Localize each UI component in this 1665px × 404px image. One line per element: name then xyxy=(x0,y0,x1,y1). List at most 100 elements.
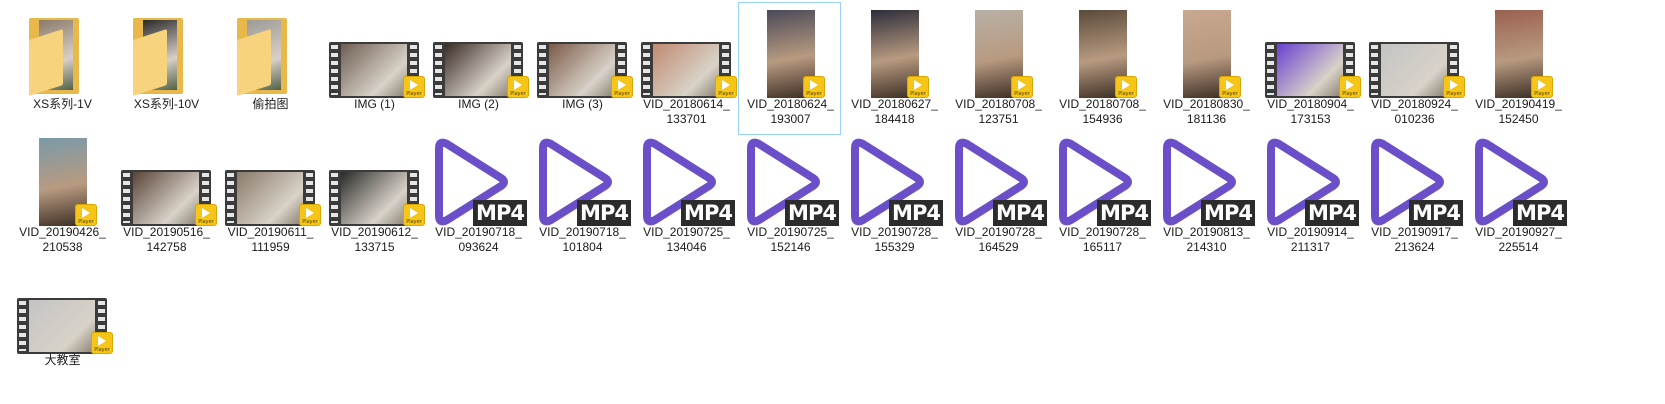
file-name-label: VID_20180830_ 181136 xyxy=(1163,97,1250,126)
file-name-label: VID_20190419_ 152450 xyxy=(1475,97,1562,126)
video-thumbnail-icon: Player xyxy=(845,6,942,101)
file-name-label: VID_20180904_ 173153 xyxy=(1267,97,1354,126)
file-item[interactable]: Player VID_20190516_ 142758 xyxy=(114,130,217,263)
player-badge-icon: Player xyxy=(907,76,929,98)
file-item[interactable]: Player IMG (3) xyxy=(530,2,633,135)
video-thumbnail-icon: Player xyxy=(117,134,217,229)
video-thumbnail-icon: Player xyxy=(949,6,1046,101)
file-name-label: VID_20180708_ 154936 xyxy=(1059,97,1146,126)
player-badge-icon: Player xyxy=(1219,76,1241,98)
file-item[interactable]: Player IMG (2) xyxy=(426,2,529,135)
player-badge-icon: Player xyxy=(803,76,825,98)
file-name-label: XS系列-1V xyxy=(33,97,92,111)
file-name-label: VID_20190611_ 111959 xyxy=(227,225,314,254)
file-name-label: VID_20190914_ 211317 xyxy=(1267,225,1354,254)
video-thumbnail-icon: Player xyxy=(325,6,425,101)
file-item[interactable]: XS系列-10V xyxy=(114,2,217,135)
file-item[interactable]: Player VID_20180830_ 181136 xyxy=(1154,2,1257,135)
player-badge-icon: Player xyxy=(1443,76,1465,98)
player-badge-icon: Player xyxy=(1115,76,1137,98)
file-item[interactable]: Player VID_20180708_ 154936 xyxy=(1050,2,1153,135)
video-thumbnail-icon: Player xyxy=(221,134,321,229)
folder-icon xyxy=(13,6,110,101)
file-item[interactable]: MP4 VID_20190718_ 093624 xyxy=(426,130,529,263)
file-name-label: VID_20190728_ 155329 xyxy=(851,225,938,254)
video-thumbnail-icon: Player xyxy=(741,6,838,101)
file-name-label: VID_20190718_ 093624 xyxy=(435,225,522,254)
mp4-play-icon: MP4 xyxy=(1261,134,1359,229)
file-item[interactable]: Player VID_20180627_ 184418 xyxy=(842,2,945,135)
mp4-play-icon: MP4 xyxy=(533,134,631,229)
mp4-label: MP4 xyxy=(473,200,527,226)
mp4-play-icon: MP4 xyxy=(1365,134,1463,229)
file-item[interactable]: Player VID_20190419_ 152450 xyxy=(1466,2,1569,135)
video-thumbnail-icon: Player xyxy=(1365,6,1465,101)
mp4-label: MP4 xyxy=(1305,200,1359,226)
file-item[interactable]: MP4 VID_20190927_ 225514 xyxy=(1466,130,1569,263)
file-item[interactable]: Player VID_20190611_ 111959 xyxy=(218,130,321,263)
file-name-label: 大教室 xyxy=(44,353,81,367)
file-item[interactable]: Player VID_20180708_ 123751 xyxy=(946,2,1049,135)
mp4-label: MP4 xyxy=(993,200,1047,226)
file-name-label: 偷拍图 xyxy=(252,97,289,111)
file-name-label: VID_20190728_ 165117 xyxy=(1059,225,1146,254)
file-name-label: VID_20190917_ 213624 xyxy=(1371,225,1458,254)
file-item[interactable]: MP4 VID_20190728_ 155329 xyxy=(842,130,945,263)
mp4-label: MP4 xyxy=(785,200,839,226)
video-thumbnail-icon: Player xyxy=(637,6,737,101)
file-item[interactable]: Player VID_20180924_ 010236 xyxy=(1362,2,1465,135)
file-item[interactable]: MP4 VID_20190725_ 152146 xyxy=(738,130,841,263)
video-thumbnail-icon: Player xyxy=(1157,6,1254,101)
mp4-play-icon: MP4 xyxy=(1469,134,1567,229)
file-name-label: VID_20180924_ 010236 xyxy=(1371,97,1458,126)
file-item[interactable]: Player VID_20190612_ 133715 xyxy=(322,130,425,263)
file-item[interactable]: Player VID_20190426_ 210538 xyxy=(10,130,113,263)
file-name-label: IMG (1) xyxy=(354,97,395,111)
folder-icon xyxy=(117,6,214,101)
video-thumbnail-icon: Player xyxy=(1469,6,1566,101)
file-name-label: VID_20190612_ 133715 xyxy=(331,225,418,254)
mp4-label: MP4 xyxy=(889,200,943,226)
file-name-label: VID_20190728_ 164529 xyxy=(955,225,1042,254)
player-badge-icon: Player xyxy=(195,204,217,226)
mp4-play-icon: MP4 xyxy=(1053,134,1151,229)
file-item[interactable]: MP4 VID_20190914_ 211317 xyxy=(1258,130,1361,263)
file-name-label: VID_20190927_ 225514 xyxy=(1475,225,1562,254)
mp4-play-icon: MP4 xyxy=(637,134,735,229)
mp4-play-icon: MP4 xyxy=(845,134,943,229)
file-name-label: VID_20190725_ 152146 xyxy=(747,225,834,254)
player-badge-icon: Player xyxy=(403,76,425,98)
file-item[interactable]: MP4 VID_20190718_ 101804 xyxy=(530,130,633,263)
file-item[interactable]: MP4 VID_20190725_ 134046 xyxy=(634,130,737,263)
player-badge-icon: Player xyxy=(611,76,633,98)
file-name-label: VID_20190725_ 134046 xyxy=(643,225,730,254)
file-item[interactable]: XS系列-1V xyxy=(10,2,113,135)
file-item[interactable]: MP4 VID_20190728_ 164529 xyxy=(946,130,1049,263)
file-item[interactable]: MP4 VID_20190917_ 213624 xyxy=(1362,130,1465,263)
mp4-label: MP4 xyxy=(1097,200,1151,226)
player-badge-icon: Player xyxy=(1531,76,1553,98)
file-item[interactable]: Player VID_20180624_ 193007 xyxy=(738,2,841,135)
player-badge-icon: Player xyxy=(299,204,321,226)
mp4-play-icon: MP4 xyxy=(1157,134,1255,229)
file-item[interactable]: MP4 VID_20190813_ 214310 xyxy=(1154,130,1257,263)
file-item[interactable]: Player 大教室 xyxy=(10,258,113,391)
file-name-label: VID_20180614_ 133701 xyxy=(643,97,730,126)
file-name-label: VID_20180624_ 193007 xyxy=(747,97,834,126)
file-item[interactable]: Player IMG (1) xyxy=(322,2,425,135)
file-item[interactable]: Player VID_20180904_ 173153 xyxy=(1258,2,1361,135)
file-name-label: VID_20180708_ 123751 xyxy=(955,97,1042,126)
mp4-label: MP4 xyxy=(577,200,631,226)
file-item[interactable]: MP4 VID_20190728_ 165117 xyxy=(1050,130,1153,263)
file-name-label: IMG (3) xyxy=(562,97,603,111)
file-item[interactable]: 偷拍图 xyxy=(218,2,321,135)
file-item[interactable]: Player VID_20180614_ 133701 xyxy=(634,2,737,135)
mp4-play-icon: MP4 xyxy=(741,134,839,229)
video-thumbnail-icon: Player xyxy=(325,134,425,229)
player-badge-icon: Player xyxy=(715,76,737,98)
file-name-label: VID_20180627_ 184418 xyxy=(851,97,938,126)
mp4-label: MP4 xyxy=(1201,200,1255,226)
mp4-label: MP4 xyxy=(1409,200,1463,226)
player-badge-icon: Player xyxy=(1011,76,1033,98)
video-thumbnail-icon: Player xyxy=(1261,6,1361,101)
